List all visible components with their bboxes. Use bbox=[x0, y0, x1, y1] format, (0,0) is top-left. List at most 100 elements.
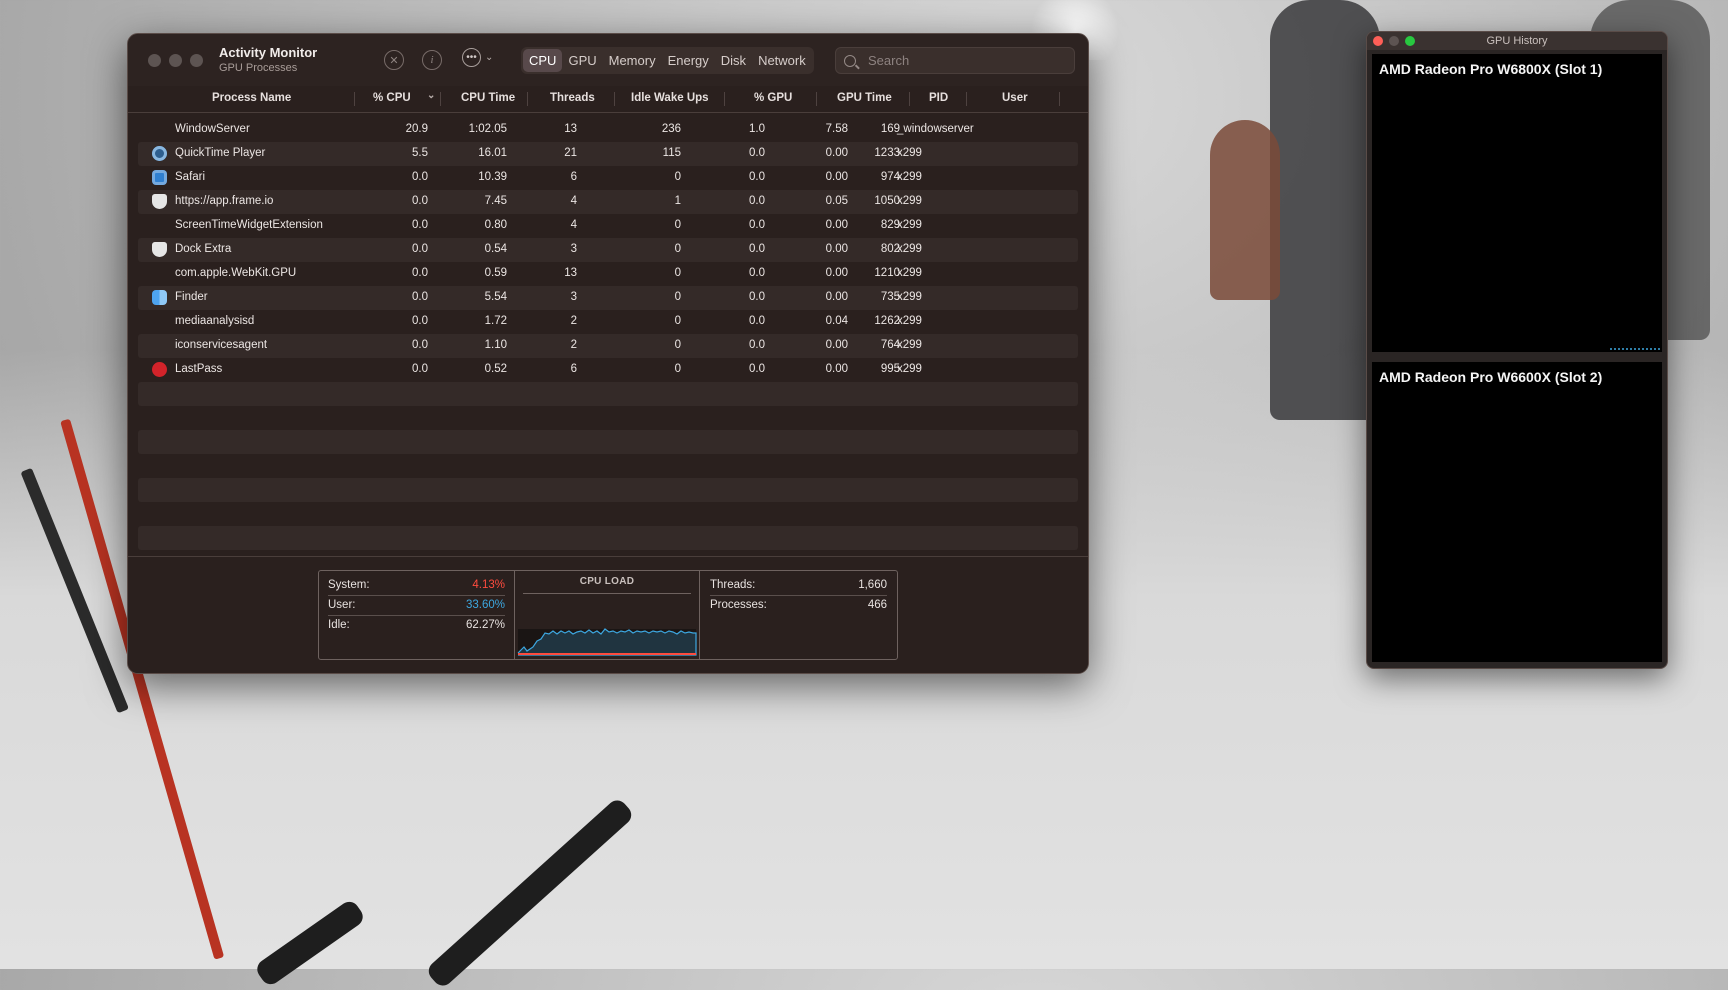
cell-user: x299 bbox=[897, 171, 922, 183]
cell-gpu: 0.0 bbox=[749, 291, 765, 303]
table-row[interactable]: com.apple.WebKit.GPU 0.0 0.59 13 0 0.0 0.00 121… bbox=[138, 262, 1078, 286]
column-divider[interactable] bbox=[816, 92, 817, 106]
stop-process-button[interactable]: ✕ bbox=[384, 50, 404, 70]
column-divider[interactable] bbox=[724, 92, 725, 106]
process-name: QuickTime Player bbox=[175, 147, 266, 159]
column-gpu-time[interactable]: GPU Time bbox=[837, 92, 892, 104]
column-divider[interactable] bbox=[614, 92, 615, 106]
cell-user: x299 bbox=[897, 363, 922, 375]
cell-gpu: 0.0 bbox=[749, 243, 765, 255]
process-name: ScreenTimeWidgetExtension bbox=[175, 219, 323, 231]
stats-footer: System: 4.13% User: 33.60% Idle: 62.27% … bbox=[128, 556, 1088, 673]
cell-pid: 1050 bbox=[874, 195, 900, 207]
user-stat: User: 33.60% bbox=[328, 596, 505, 616]
column-divider[interactable] bbox=[354, 92, 355, 106]
column-divider[interactable] bbox=[1059, 92, 1060, 106]
tab-memory[interactable]: Memory bbox=[603, 49, 662, 72]
process-list: WindowServer 20.9 1:02.05 13 236 1.0 7.58 169 _w… bbox=[138, 118, 1078, 550]
minimize-button[interactable] bbox=[169, 54, 182, 67]
cell-cpu: 0.0 bbox=[412, 291, 428, 303]
cell-gpu: 1.0 bbox=[749, 123, 765, 135]
search-input[interactable] bbox=[866, 52, 1070, 69]
empty-row bbox=[138, 406, 1078, 430]
column-divider[interactable] bbox=[440, 92, 441, 106]
processes-value: 466 bbox=[867, 599, 887, 611]
column-idle-wake-ups[interactable]: Idle Wake Ups bbox=[631, 92, 709, 104]
column-threads[interactable]: Threads bbox=[550, 92, 595, 104]
tab-energy[interactable]: Energy bbox=[662, 49, 715, 72]
threads-stat: Threads: 1,660 bbox=[710, 576, 887, 596]
table-row[interactable]: QuickTime Player 5.5 16.01 21 115 0.0 0.00 1233… bbox=[138, 142, 1078, 166]
ellipsis-circle-icon: ••• bbox=[462, 48, 481, 67]
x-circle-icon: ✕ bbox=[389, 54, 399, 67]
cell-idle: 115 bbox=[662, 147, 681, 159]
tab-network[interactable]: Network bbox=[752, 49, 812, 72]
system-stat: System: 4.13% bbox=[328, 576, 505, 596]
sort-descending-icon: ⌄ bbox=[427, 90, 436, 101]
window-title: Activity Monitor bbox=[219, 45, 318, 60]
title-bar: GPU History bbox=[1367, 32, 1667, 50]
finder-icon bbox=[152, 290, 167, 305]
cell-pid: 735 bbox=[880, 291, 900, 303]
cell-threads: 6 bbox=[570, 171, 577, 183]
cell-cpu: 0.0 bbox=[412, 243, 428, 255]
cell-idle: 0 bbox=[674, 171, 681, 183]
tab-disk[interactable]: Disk bbox=[715, 49, 752, 72]
search-box bbox=[835, 47, 1075, 74]
cell-threads: 6 bbox=[570, 363, 577, 375]
cell-pid: 1233 bbox=[874, 147, 900, 159]
table-row[interactable]: iconservicesagent 0.0 1.10 2 0 0.0 0.00 764 x299 bbox=[138, 334, 1078, 358]
cell-pid: 169 bbox=[880, 123, 900, 135]
column-divider[interactable] bbox=[527, 92, 528, 106]
table-row[interactable]: LastPass 0.0 0.52 6 0 0.0 0.00 995 x299 bbox=[138, 358, 1078, 382]
cell-pid: 802 bbox=[880, 243, 900, 255]
column-pid[interactable]: PID bbox=[929, 92, 948, 104]
table-row[interactable]: mediaanalysisd 0.0 1.72 2 0 0.0 0.04 1262 x299 bbox=[138, 310, 1078, 334]
column-process-name[interactable]: Process Name bbox=[212, 92, 291, 104]
cell-user: x299 bbox=[897, 243, 922, 255]
cell-gpu: 0.0 bbox=[749, 339, 765, 351]
user-load-line bbox=[517, 628, 697, 656]
cell-gpu: 0.0 bbox=[749, 195, 765, 207]
skier-figure bbox=[1270, 0, 1380, 420]
cell-threads: 21 bbox=[564, 147, 577, 159]
cell-cpu: 20.9 bbox=[405, 123, 428, 135]
column-cpu-percent[interactable]: % CPU bbox=[373, 92, 411, 104]
column-gpu-percent[interactable]: % GPU bbox=[754, 92, 792, 104]
column-cpu-time[interactable]: CPU Time bbox=[461, 92, 515, 104]
inspect-process-button[interactable]: i bbox=[422, 50, 442, 70]
process-name: https://app.frame.io bbox=[175, 195, 274, 207]
cell-cpu-time: 0.59 bbox=[484, 267, 507, 279]
cell-idle: 0 bbox=[674, 267, 681, 279]
table-row[interactable]: Dock Extra 0.0 0.54 3 0 0.0 0.00 802 x299 bbox=[138, 238, 1078, 262]
column-divider[interactable] bbox=[909, 92, 910, 106]
tab-cpu[interactable]: CPU bbox=[523, 49, 563, 72]
cell-user: x299 bbox=[897, 291, 922, 303]
cell-cpu-time: 0.80 bbox=[484, 219, 507, 231]
table-row[interactable]: Safari 0.0 10.39 6 0 0.0 0.00 974 x299 bbox=[138, 166, 1078, 190]
process-name: LastPass bbox=[175, 363, 223, 375]
threads-label: Threads: bbox=[710, 579, 756, 591]
tab-gpu[interactable]: GPU bbox=[562, 49, 602, 72]
cpu-load-sparkline bbox=[517, 628, 697, 656]
gpu-history-window: GPU History AMD Radeon Pro W6800X (Slot … bbox=[1366, 31, 1668, 669]
table-row[interactable]: Finder 0.0 5.54 3 0 0.0 0.00 735 x299 bbox=[138, 286, 1078, 310]
close-button[interactable] bbox=[148, 54, 161, 67]
table-row[interactable]: WindowServer 20.9 1:02.05 13 236 1.0 7.58 169 _w… bbox=[138, 118, 1078, 142]
cell-pid: 829 bbox=[880, 219, 900, 231]
table-row[interactable]: ScreenTimeWidgetExtension 0.0 0.80 4 0 0.0 0.0… bbox=[138, 214, 1078, 238]
table-header: Process Name % CPU ⌄ CPU Time Threads Id… bbox=[128, 86, 1088, 113]
column-user[interactable]: User bbox=[1002, 92, 1028, 104]
cell-user: _windowserver bbox=[897, 123, 974, 135]
cell-pid: 764 bbox=[880, 339, 900, 351]
table-row[interactable]: https://app.frame.io 0.0 7.45 4 1 0.0 0.05 1050… bbox=[138, 190, 1078, 214]
cell-cpu-time: 10.39 bbox=[478, 171, 507, 183]
column-divider[interactable] bbox=[966, 92, 967, 106]
cell-cpu: 0.0 bbox=[412, 363, 428, 375]
cell-threads: 2 bbox=[570, 315, 577, 327]
more-actions-button[interactable]: ••• ⌄ bbox=[462, 48, 493, 67]
zoom-button[interactable] bbox=[190, 54, 203, 67]
cell-user: x299 bbox=[897, 195, 922, 207]
cell-user: x299 bbox=[897, 267, 922, 279]
cell-user: x299 bbox=[897, 315, 922, 327]
